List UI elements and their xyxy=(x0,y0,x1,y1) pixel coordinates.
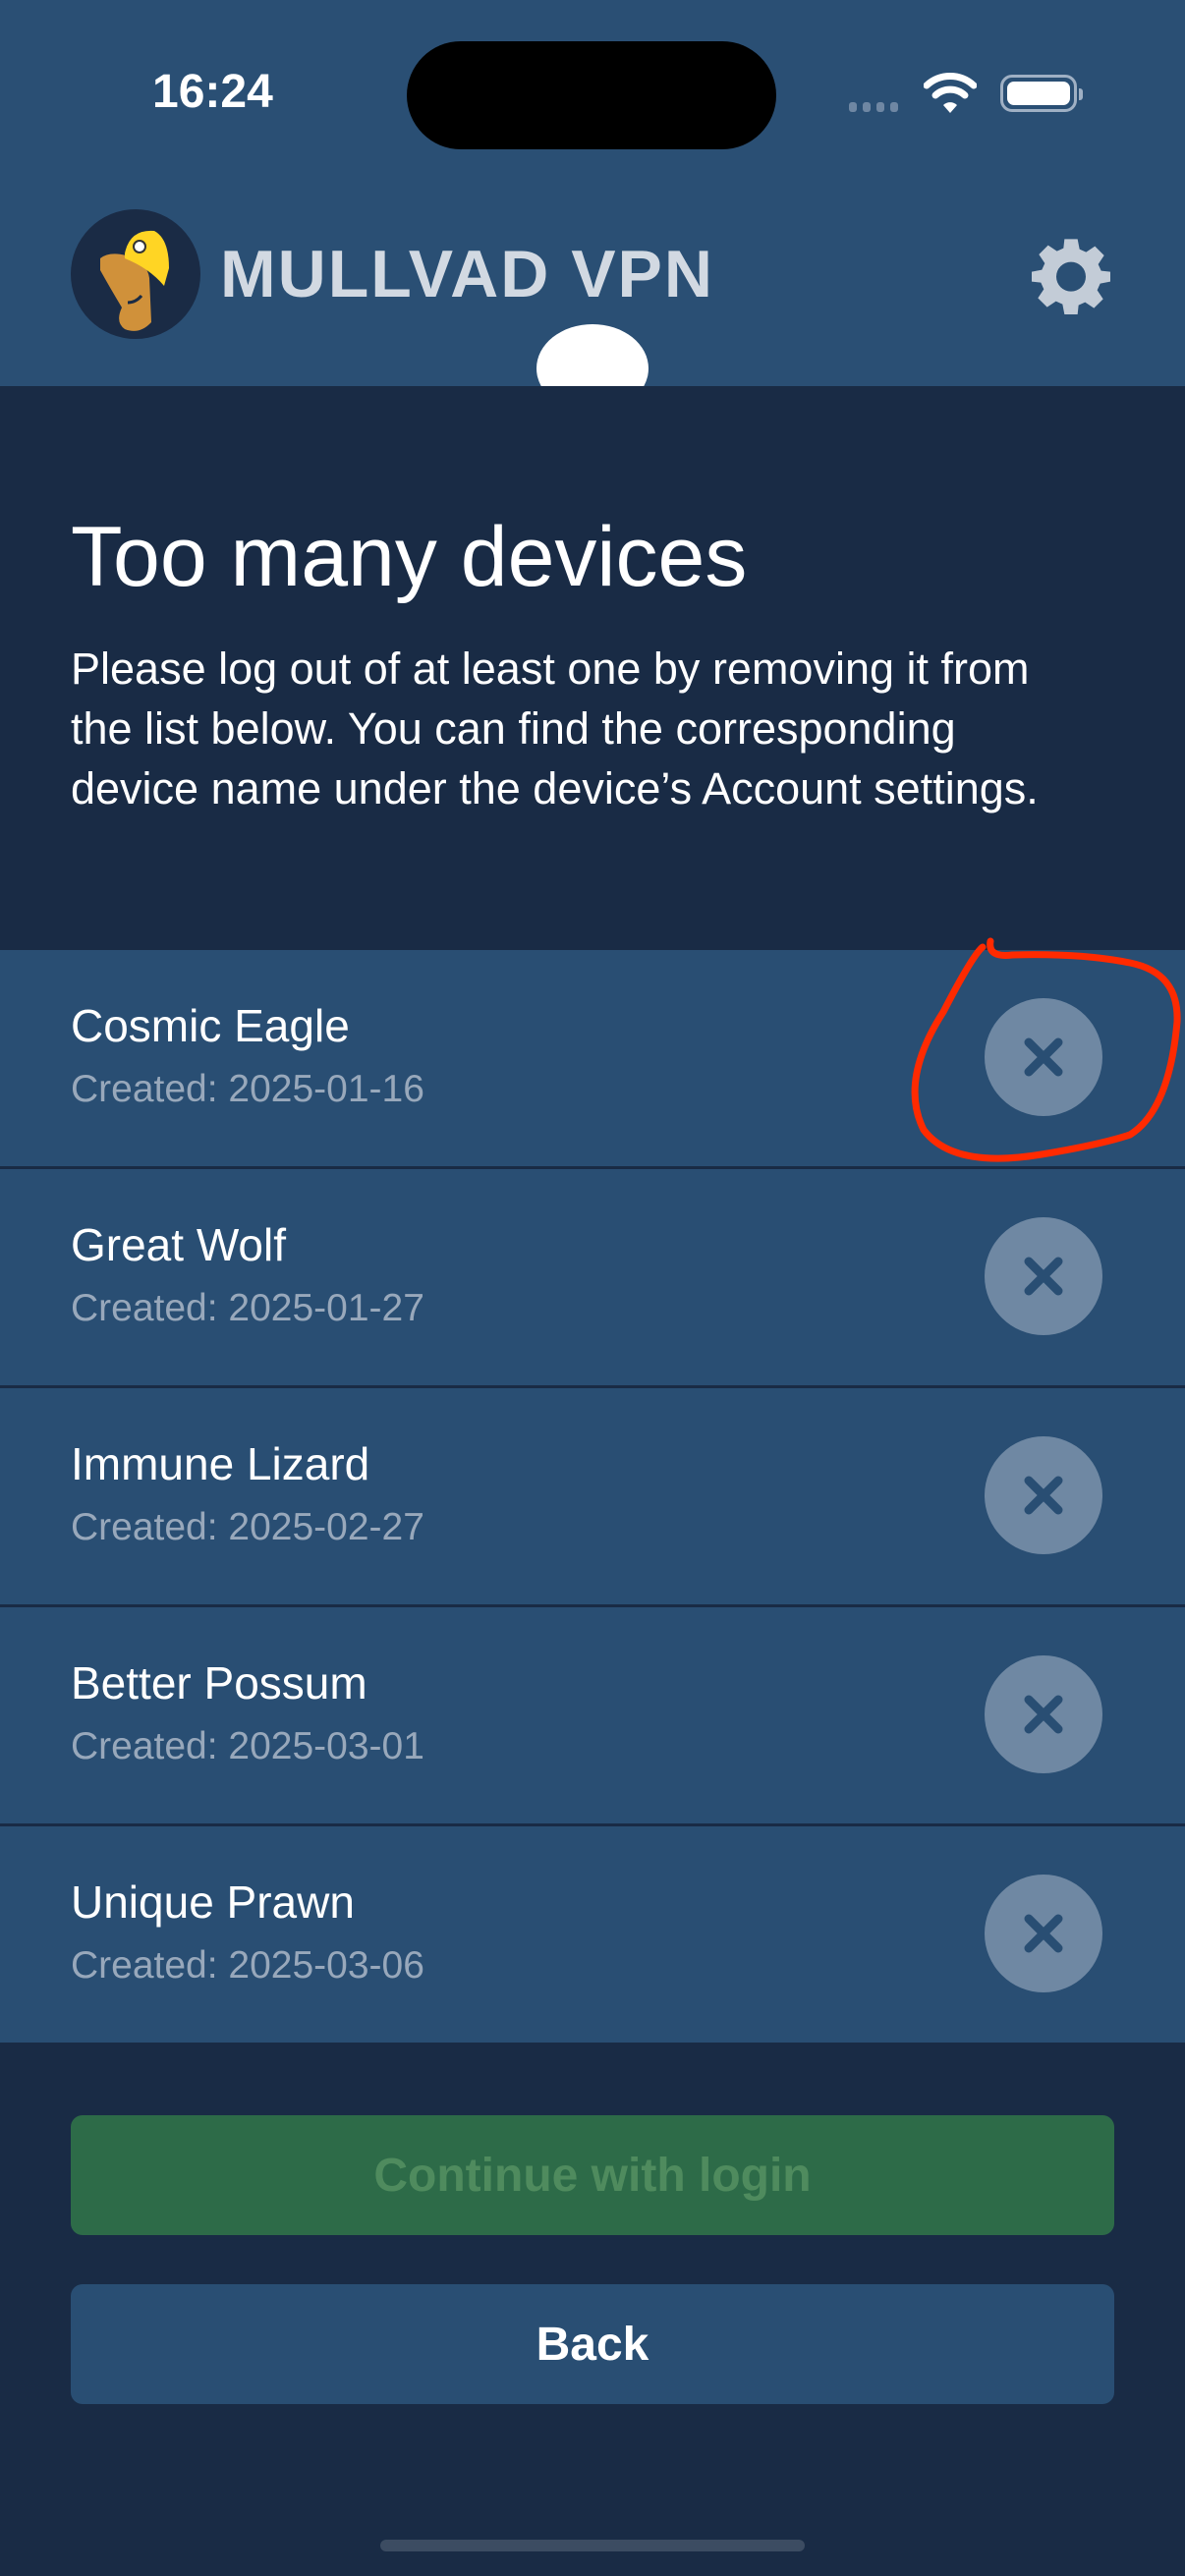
device-created: Created: 2025-01-27 xyxy=(71,1287,424,1329)
remove-device-button[interactable] xyxy=(985,1217,1102,1335)
remove-device-button[interactable] xyxy=(985,1875,1102,1992)
close-icon xyxy=(1024,1476,1063,1515)
status-time: 16:24 xyxy=(152,66,273,118)
device-name: Cosmic Eagle xyxy=(71,1000,350,1051)
back-button[interactable]: Back xyxy=(71,2284,1114,2404)
wifi-icon xyxy=(924,73,977,113)
device-name: Immune Lizard xyxy=(71,1438,370,1489)
device-created: Created: 2025-03-01 xyxy=(71,1725,424,1767)
device-row: Unique Prawn Created: 2025-03-06 xyxy=(0,1826,1185,2043)
mullvad-logo xyxy=(71,209,200,339)
page-description: Please log out of at least one by removi… xyxy=(71,644,1039,813)
battery-icon xyxy=(1000,75,1083,112)
device-name: Unique Prawn xyxy=(71,1876,355,1928)
close-icon xyxy=(1024,1695,1063,1734)
gear-icon[interactable] xyxy=(1032,236,1110,314)
continue-with-login-button[interactable]: Continue with login xyxy=(71,2115,1114,2235)
dynamic-island xyxy=(407,41,776,149)
cellular-signal-icon xyxy=(849,102,898,112)
device-row: Better Possum Created: 2025-03-01 xyxy=(0,1607,1185,1826)
red-annotation-circle xyxy=(911,937,1181,1162)
device-row: Immune Lizard Created: 2025-02-27 xyxy=(0,1388,1185,1607)
device-created: Created: 2025-02-27 xyxy=(71,1506,424,1548)
device-row: Great Wolf Created: 2025-01-27 xyxy=(0,1169,1185,1388)
page-title: Too many devices xyxy=(71,510,748,604)
home-indicator[interactable] xyxy=(380,2540,805,2551)
remove-device-button[interactable] xyxy=(985,1655,1102,1773)
app-brand-title: MULLVAD VPN xyxy=(220,237,715,311)
device-name: Great Wolf xyxy=(71,1219,286,1270)
close-icon xyxy=(1024,1257,1063,1296)
device-created: Created: 2025-03-06 xyxy=(71,1944,424,1987)
device-created: Created: 2025-01-16 xyxy=(71,1068,424,1110)
close-icon xyxy=(1024,1914,1063,1953)
remove-device-button[interactable] xyxy=(985,1436,1102,1554)
device-name: Better Possum xyxy=(71,1657,367,1708)
